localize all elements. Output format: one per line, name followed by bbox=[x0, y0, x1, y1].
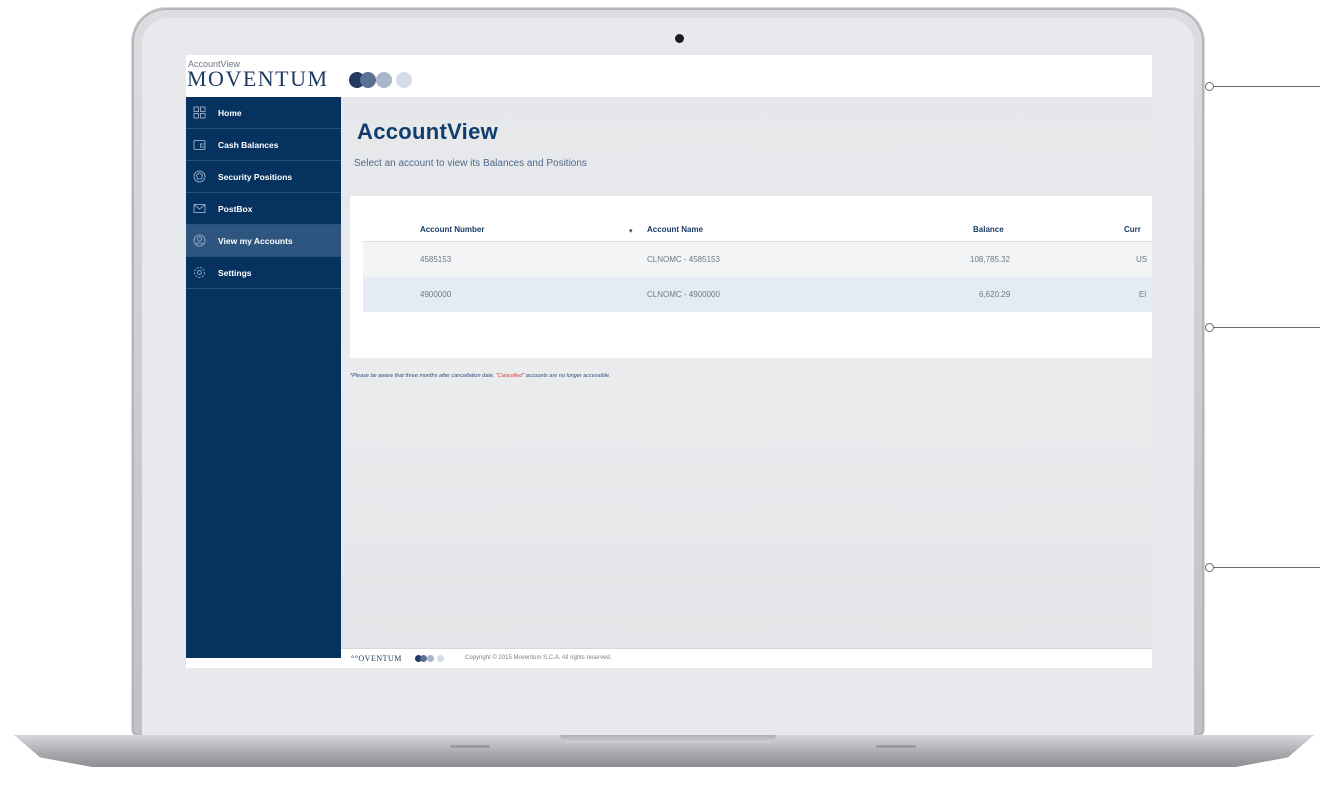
company-logo-text[interactable]: MOVENTUM bbox=[187, 66, 329, 92]
logo-dots bbox=[349, 72, 429, 88]
gem-icon bbox=[193, 170, 206, 183]
callout-line-3 bbox=[1210, 567, 1320, 568]
logo-dot-4 bbox=[396, 72, 412, 88]
column-header-account-name[interactable]: Account Name bbox=[647, 225, 703, 234]
laptop-foot-left bbox=[450, 745, 490, 748]
account-name-cell: CLNOMC - 4585153 bbox=[647, 255, 720, 264]
sidebar-item-settings[interactable]: Settings bbox=[186, 257, 341, 289]
wallet-icon bbox=[193, 138, 206, 151]
footer-dot-2 bbox=[420, 655, 427, 662]
balance-cell: 6,620.29 bbox=[979, 290, 1011, 299]
logo-dot-3 bbox=[376, 72, 392, 88]
footer-dot-4 bbox=[437, 655, 444, 662]
currency-cell: El bbox=[1139, 290, 1147, 299]
sidebar-item-label: Settings bbox=[218, 267, 252, 278]
camera-icon bbox=[675, 34, 684, 43]
main-content: AccountView Select an account to view it… bbox=[341, 97, 1152, 648]
sidebar-item-view-my-accounts[interactable]: View my Accounts bbox=[186, 225, 341, 257]
laptop-screen: AccountView MOVENTUM Home Cash Balances bbox=[186, 55, 1152, 668]
footnote-highlight: "Cancelled" bbox=[495, 373, 525, 379]
logo-dot-2 bbox=[360, 72, 376, 88]
user-circle-icon bbox=[193, 234, 206, 247]
footnote-text-end: accounts are no longer accessible. bbox=[524, 373, 611, 379]
footer-dot-3 bbox=[427, 655, 434, 662]
callout-line-1 bbox=[1210, 86, 1320, 87]
column-header-balance[interactable]: Balance bbox=[973, 225, 1004, 234]
laptop-base-notch bbox=[560, 735, 776, 743]
sidebar-item-postbox[interactable]: PostBox bbox=[186, 193, 341, 225]
table-row[interactable]: 4585153 CLNOMC - 4585153 108,785.32 US bbox=[363, 241, 1152, 278]
sidebar-item-cash-balances[interactable]: Cash Balances bbox=[186, 129, 341, 161]
column-header-account-number[interactable]: Account Number bbox=[420, 225, 484, 234]
footnote-text: *Please be aware that three months after… bbox=[350, 373, 496, 379]
page-subtitle: Select an account to view its Balances a… bbox=[354, 158, 587, 169]
app-header: AccountView MOVENTUM bbox=[186, 55, 1152, 97]
sidebar-item-label: Security Positions bbox=[218, 171, 293, 182]
table-row[interactable]: 4900000 CLNOMC - 4900000 6,620.29 El bbox=[363, 277, 1152, 312]
sidebar-item-label: Home bbox=[218, 107, 242, 118]
callout-dot-3 bbox=[1205, 563, 1214, 572]
callout-line-2 bbox=[1210, 327, 1320, 328]
callout-dot-2 bbox=[1205, 323, 1214, 332]
account-number-cell: 4585153 bbox=[420, 255, 452, 264]
cancellation-footnote: *Please be aware that three months after… bbox=[350, 373, 610, 379]
accounts-table: Account Number ▾ Account Name Balance Cu… bbox=[350, 196, 1152, 358]
sidebar: Home Cash Balances Security Positions Po… bbox=[186, 97, 341, 658]
envelope-icon bbox=[193, 202, 206, 215]
sidebar-item-label: Cash Balances bbox=[218, 139, 279, 150]
footer-logo-dots bbox=[415, 655, 455, 662]
sidebar-item-home[interactable]: Home bbox=[186, 97, 341, 129]
gear-icon bbox=[193, 266, 206, 279]
account-number-cell: 4900000 bbox=[420, 290, 452, 299]
laptop-foot-right bbox=[876, 745, 916, 748]
sidebar-item-security-positions[interactable]: Security Positions bbox=[186, 161, 341, 193]
column-header-currency[interactable]: Curr bbox=[1124, 225, 1141, 234]
footer-logo-text: °°OVENTUM bbox=[351, 654, 402, 663]
grid-icon bbox=[193, 106, 206, 119]
sort-icon[interactable]: ▾ bbox=[629, 227, 633, 235]
page-title: AccountView bbox=[357, 119, 499, 144]
sidebar-item-label: PostBox bbox=[218, 203, 253, 214]
currency-cell: US bbox=[1136, 255, 1148, 264]
balance-cell: 108,785.32 bbox=[970, 255, 1011, 264]
sidebar-item-label: View my Accounts bbox=[218, 235, 293, 246]
copyright-text: Copyright © 2015 Moventum S.C.A. All rig… bbox=[465, 655, 612, 661]
callout-dot-1 bbox=[1205, 82, 1214, 91]
footer: °°OVENTUM Copyright © 2015 Moventum S.C.… bbox=[341, 648, 1152, 668]
account-name-cell: CLNOMC - 4900000 bbox=[647, 290, 720, 299]
